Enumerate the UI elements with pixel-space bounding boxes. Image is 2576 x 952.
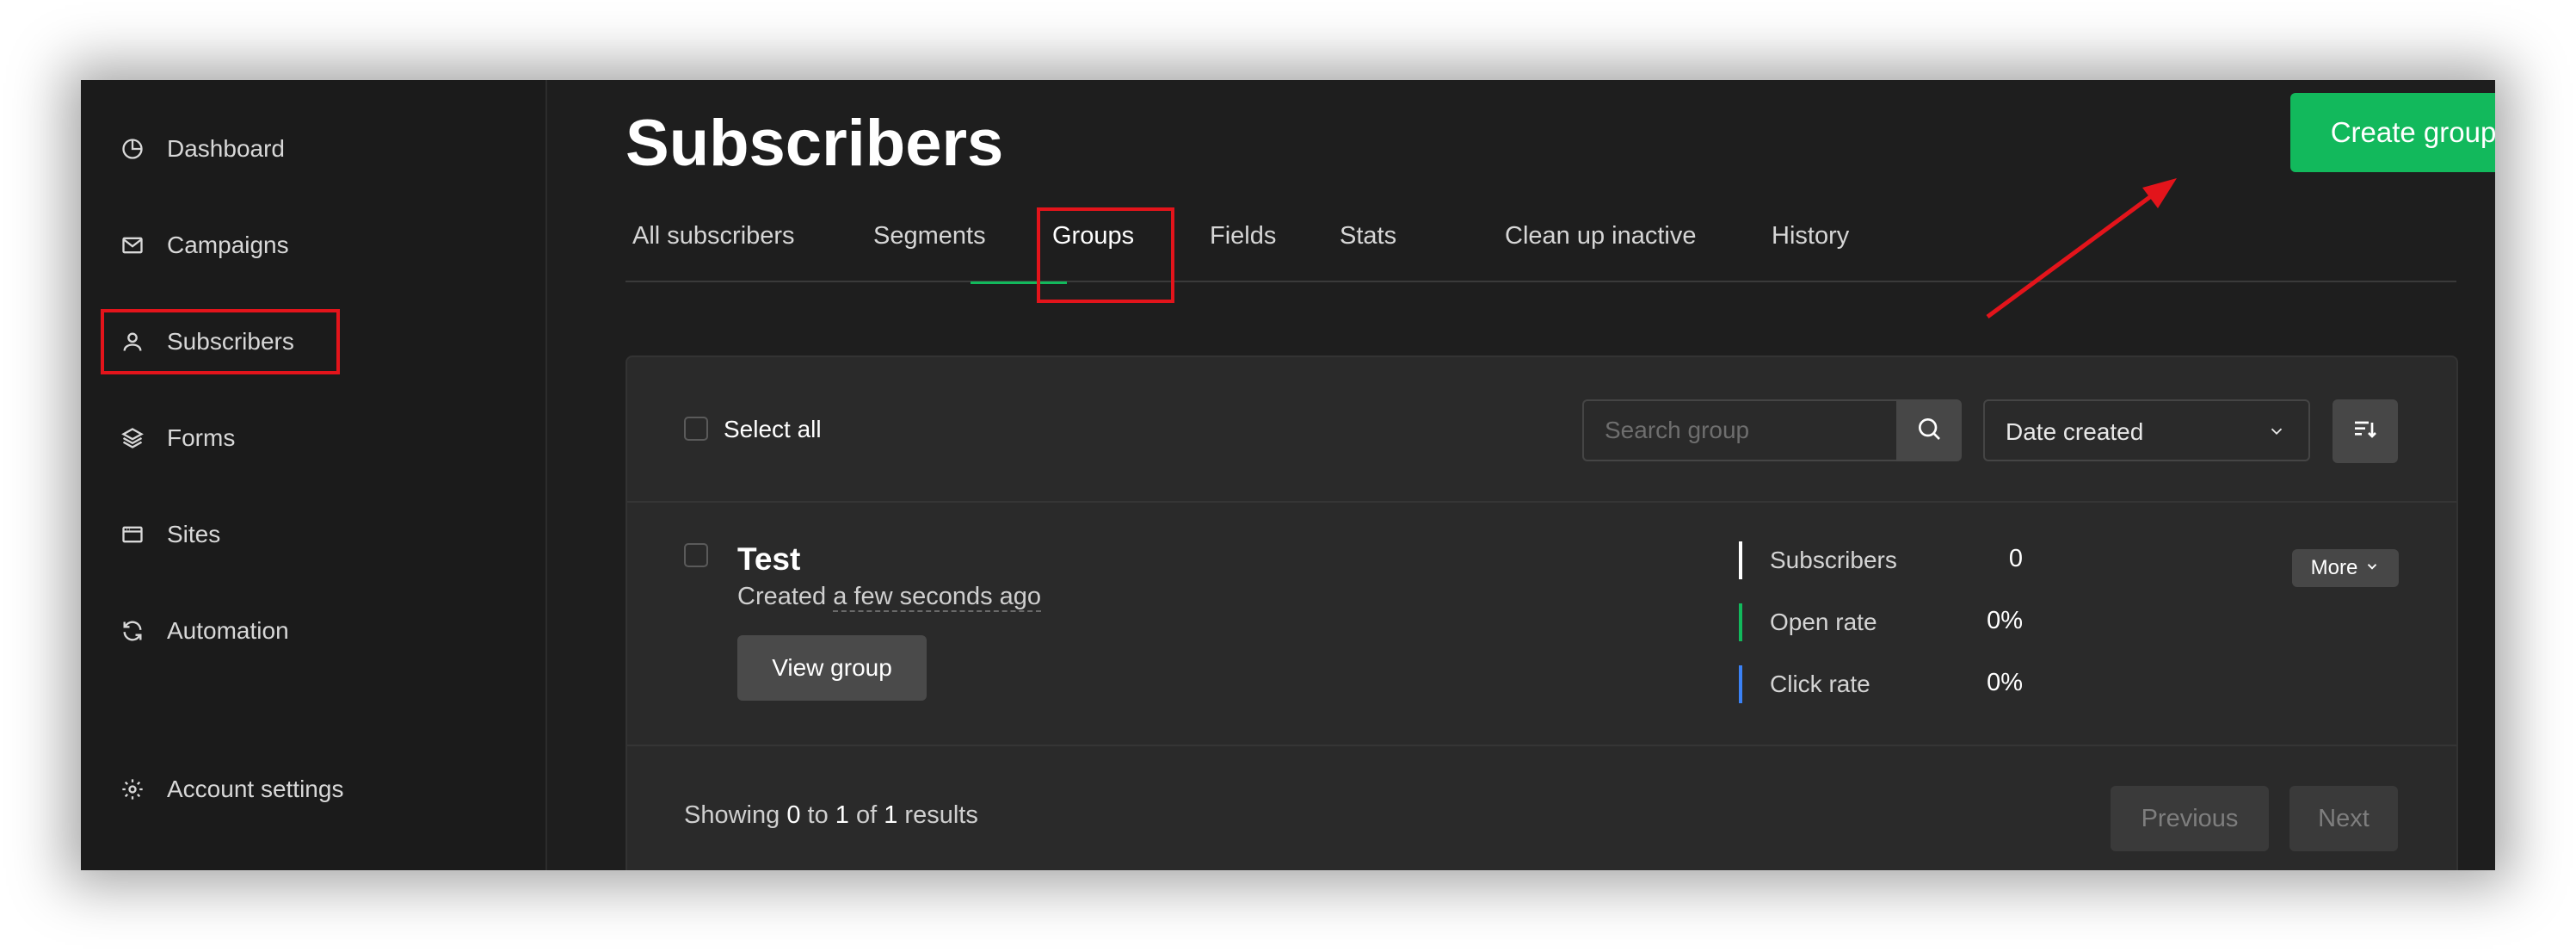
annotation-arrow <box>1986 178 2177 319</box>
